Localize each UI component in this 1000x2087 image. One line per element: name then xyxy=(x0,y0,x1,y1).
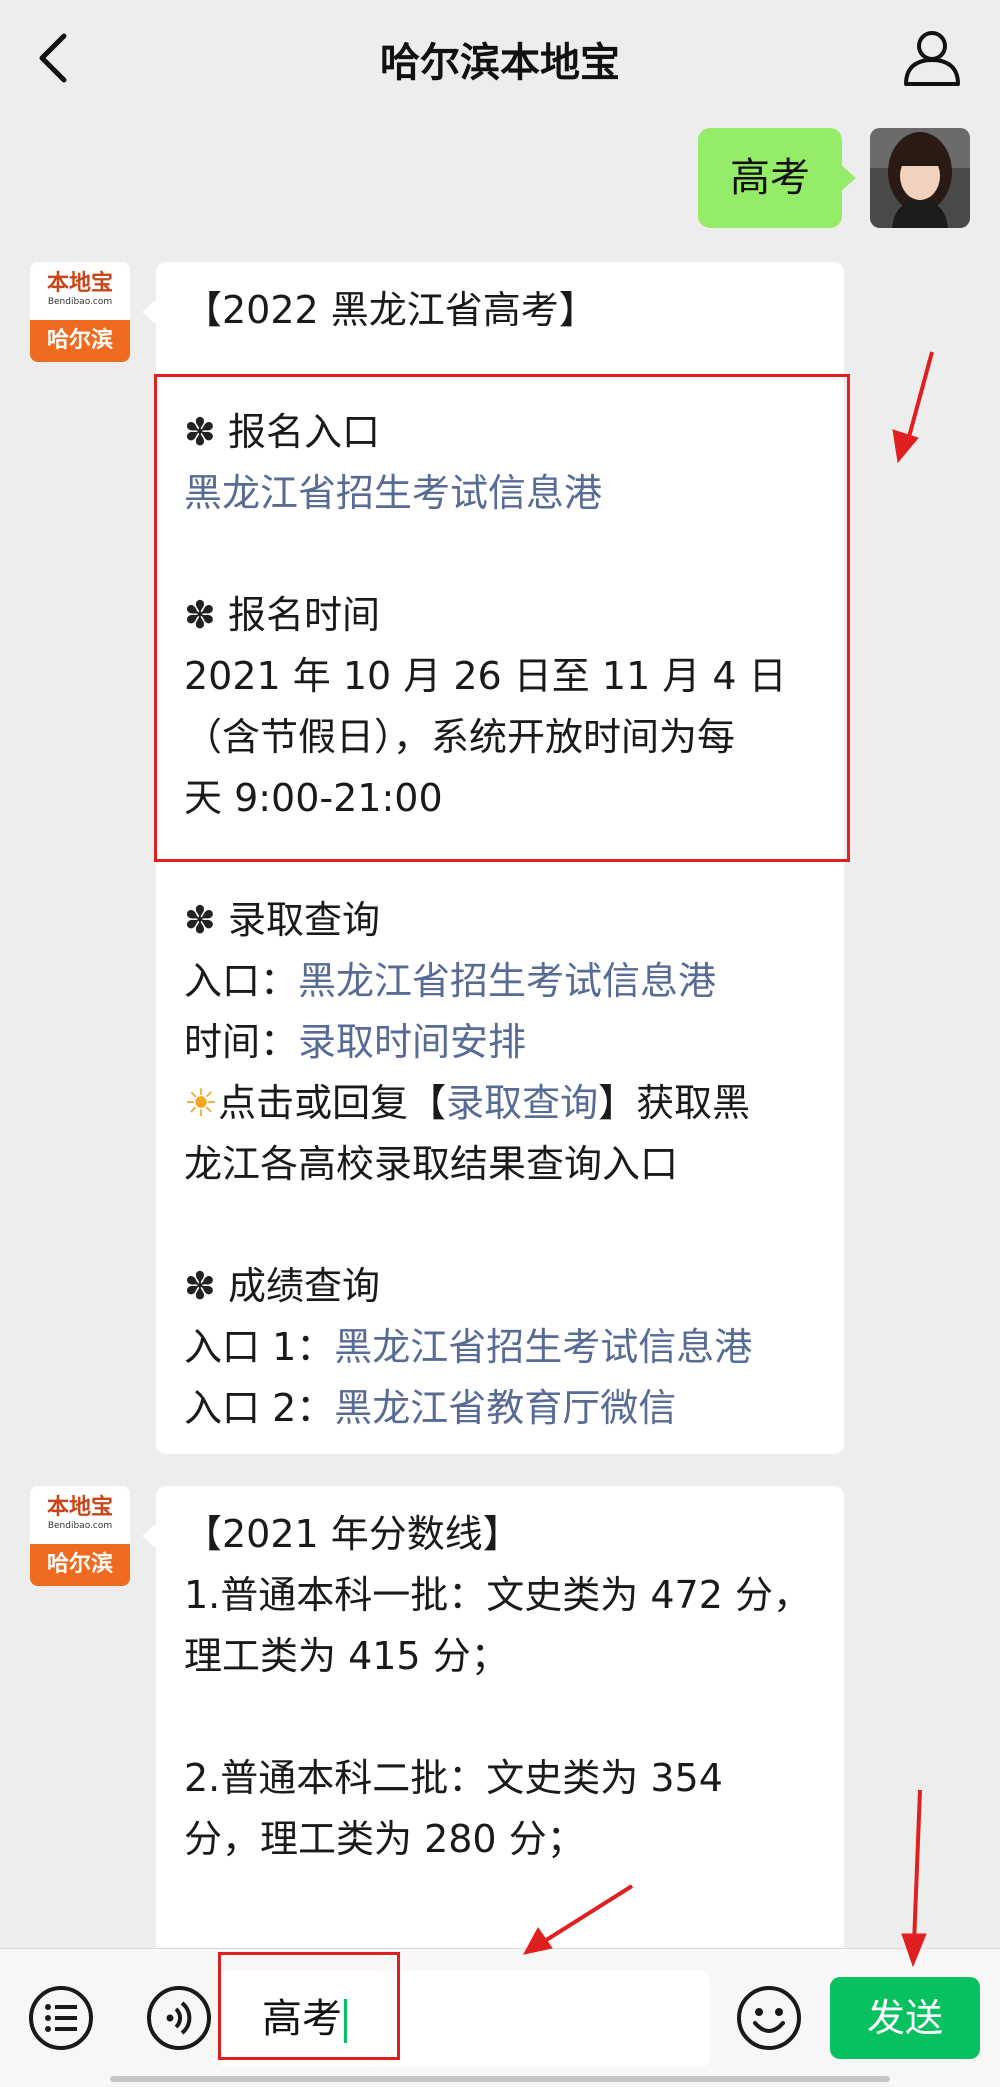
user-avatar[interactable] xyxy=(870,128,970,228)
avatar-city-text: 哈尔滨 xyxy=(30,1544,130,1586)
score-line-3: 2.普通本科二批：文史类为 354 xyxy=(184,1756,723,1800)
admission-entry-label: 入口： xyxy=(184,959,299,1003)
bot-avatar[interactable]: 本地宝 Bendibao.com 哈尔滨 xyxy=(30,262,130,362)
avatar-brand-text: 本地宝 xyxy=(46,1495,113,1520)
reply-message-bubble: 【2021 年分数线】 1.普通本科一批：文史类为 472 分， 理工类为 41… xyxy=(142,1486,844,1966)
avatar-domain-text: Bendibao.com xyxy=(47,297,113,307)
admission-entry-link[interactable]: 黑龙江省招生考试信息港 xyxy=(298,959,716,1003)
page-title: 哈尔滨本地宝 xyxy=(380,40,620,86)
highlight-box xyxy=(154,374,850,862)
flower-icon: ✽ xyxy=(184,1264,216,1308)
send-button[interactable]: 发送 xyxy=(830,1977,980,2059)
score-entry-1-label: 入口 1： xyxy=(184,1325,335,1369)
message-title: 【2022 黑龙江省高考】 xyxy=(184,288,597,332)
highlight-box xyxy=(218,1952,400,2060)
user-photo xyxy=(870,128,970,228)
chat-input-bar: 高考 发送 xyxy=(0,1948,1000,2087)
avatar-domain-text: Bendibao.com xyxy=(47,1521,113,1531)
person-icon[interactable] xyxy=(900,26,964,90)
sent-message-bubble[interactable]: 高考 xyxy=(698,128,856,228)
home-indicator xyxy=(110,2076,890,2082)
tip-line-2: 龙江各高校录取结果查询入口 xyxy=(184,1142,679,1186)
admission-time-link[interactable]: 录取时间安排 xyxy=(298,1020,526,1064)
voice-icon[interactable] xyxy=(146,1985,212,2051)
score-line-4: 分，理工类为 280 分； xyxy=(184,1817,585,1861)
score-entry-2-label: 入口 2： xyxy=(184,1386,335,1430)
emoji-icon[interactable] xyxy=(736,1985,802,2051)
admission-time-label: 时间： xyxy=(184,1020,299,1064)
message-title: 【2021 年分数线】 xyxy=(184,1512,521,1556)
flower-icon: ✽ xyxy=(184,898,216,942)
score-heading: 成绩查询 xyxy=(227,1264,380,1308)
admission-heading: 录取查询 xyxy=(227,898,380,942)
list-menu-icon[interactable] xyxy=(28,1985,94,2051)
bot-avatar[interactable]: 本地宝 Bendibao.com 哈尔滨 xyxy=(30,1486,130,1586)
tip-prefix: 点击或回复【 xyxy=(218,1081,447,1125)
tip-link[interactable]: 录取查询 xyxy=(446,1081,598,1125)
chat-header: 哈尔滨本地宝 xyxy=(0,0,1000,116)
score-entry-2-link[interactable]: 黑龙江省教育厅微信 xyxy=(334,1386,676,1430)
sun-icon: ☀ xyxy=(184,1081,219,1125)
score-entry-1-link[interactable]: 黑龙江省招生考试信息港 xyxy=(334,1325,752,1369)
tip-suffix: 】获取黑 xyxy=(598,1081,751,1125)
score-line-1: 1.普通本科一批：文史类为 472 分， xyxy=(184,1573,811,1617)
avatar-city-text: 哈尔滨 xyxy=(30,320,130,362)
score-line-2: 理工类为 415 分； xyxy=(184,1634,509,1678)
avatar-brand-text: 本地宝 xyxy=(46,271,113,296)
